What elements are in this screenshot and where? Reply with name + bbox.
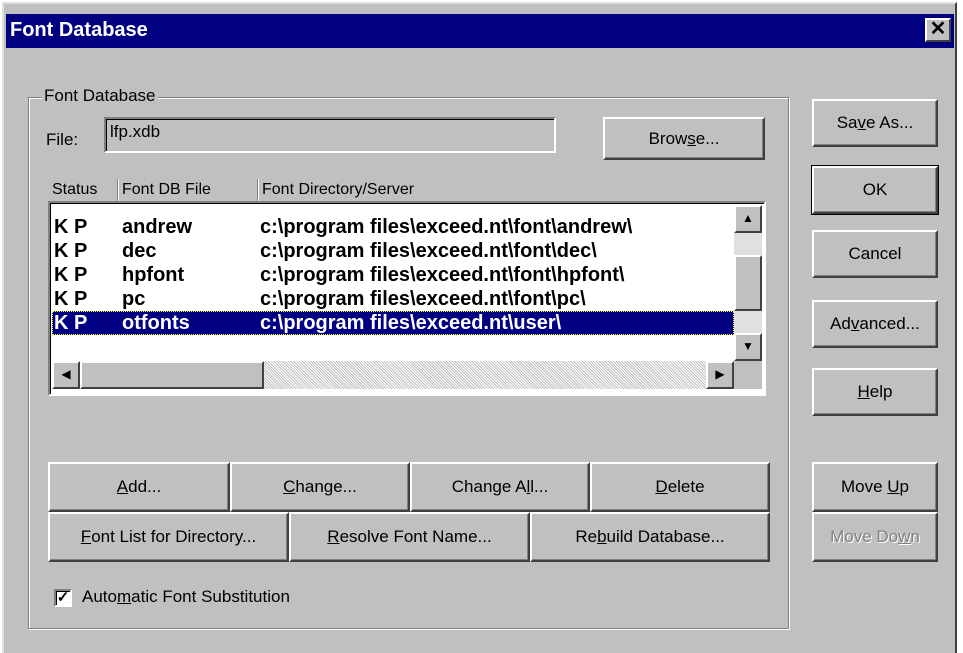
file-field[interactable]: lfp.xdb: [104, 117, 556, 153]
row-path: c:\program files\exceed.nt\font\andrew\: [260, 216, 633, 238]
auto-substitution-label[interactable]: Automatic Font Substitution: [82, 587, 290, 607]
help-button[interactable]: Help: [812, 368, 938, 416]
scroll-left-icon[interactable]: ◀: [52, 361, 80, 389]
font-database-list[interactable]: K P andrew c:\program files\exceed.nt\fo…: [48, 201, 766, 396]
row-name: andrew: [122, 216, 193, 238]
scrollbar-corner: [734, 361, 762, 389]
row-path: c:\program files\exceed.nt\font\pc\: [260, 288, 586, 310]
column-status[interactable]: Status: [48, 179, 118, 201]
groupbox-label: Font Database: [42, 86, 158, 106]
cancel-button[interactable]: Cancel: [812, 230, 938, 278]
close-button[interactable]: ✕: [925, 18, 951, 42]
add-button[interactable]: Add...: [48, 462, 230, 512]
file-value: lfp.xdb: [110, 122, 161, 141]
vertical-scroll-thumb[interactable]: [734, 255, 762, 311]
checkmark-icon: ✓: [56, 589, 70, 606]
save-as-button[interactable]: Save As...: [812, 99, 938, 147]
row-name: otfonts: [122, 312, 190, 334]
advanced-button[interactable]: Advanced...: [812, 300, 938, 348]
scroll-down-icon[interactable]: ▼: [734, 333, 762, 361]
scroll-right-icon[interactable]: ▶: [706, 361, 734, 389]
browse-button[interactable]: Browse...: [603, 117, 765, 160]
auto-substitution-checkbox[interactable]: ✓: [54, 589, 72, 607]
font-list-button[interactable]: Font List for Directory...: [48, 512, 289, 562]
list-row-selected[interactable]: K P otfonts c:\program files\exceed.nt\u…: [52, 311, 734, 335]
row-status: K P: [54, 312, 88, 334]
row-path: c:\program files\exceed.nt\font\dec\: [260, 240, 597, 262]
delete-button[interactable]: Delete: [590, 462, 770, 512]
vertical-scrollbar[interactable]: ▲ ▼: [734, 205, 762, 361]
list-row[interactable]: K P dec c:\program files\exceed.nt\font\…: [52, 239, 734, 263]
move-down-button: Move Down: [812, 512, 938, 562]
horizontal-scroll-thumb[interactable]: [80, 361, 264, 389]
resolve-font-name-button[interactable]: Resolve Font Name...: [289, 512, 530, 562]
row-path: c:\program files\exceed.nt\font\hpfont\: [260, 264, 625, 286]
file-label: File:: [46, 130, 79, 149]
column-font-directory[interactable]: Font Directory/Server: [258, 179, 766, 201]
scroll-up-icon[interactable]: ▲: [734, 205, 762, 233]
change-all-button[interactable]: Change All...: [410, 462, 590, 512]
window-title: Font Database: [10, 19, 148, 41]
list-row[interactable]: K P hpfont c:\program files\exceed.nt\fo…: [52, 263, 734, 287]
list-row[interactable]: K P pc c:\program files\exceed.nt\font\p…: [52, 287, 734, 311]
move-up-button[interactable]: Move Up: [812, 462, 938, 512]
ok-button[interactable]: OK: [811, 165, 939, 215]
list-row[interactable]: K P andrew c:\program files\exceed.nt\fo…: [52, 215, 734, 239]
column-font-db-file[interactable]: Font DB File: [118, 179, 258, 201]
row-name: pc: [122, 288, 146, 310]
row-status: K P: [54, 288, 88, 310]
row-path: c:\program files\exceed.nt\user\: [260, 312, 562, 334]
title-bar[interactable]: Font Database ✕: [6, 14, 954, 48]
row-status: K P: [54, 240, 88, 262]
change-button[interactable]: Change...: [230, 462, 410, 512]
close-icon: ✕: [929, 18, 947, 40]
row-status: K P: [54, 264, 88, 286]
row-name: dec: [122, 240, 157, 262]
list-header: Status Font DB File Font Directory/Serve…: [48, 179, 766, 201]
row-name: hpfont: [122, 264, 185, 286]
horizontal-scrollbar[interactable]: ◀ ▶: [52, 361, 734, 389]
row-status: K P: [54, 216, 88, 238]
rebuild-database-button[interactable]: Rebuild Database...: [530, 512, 770, 562]
